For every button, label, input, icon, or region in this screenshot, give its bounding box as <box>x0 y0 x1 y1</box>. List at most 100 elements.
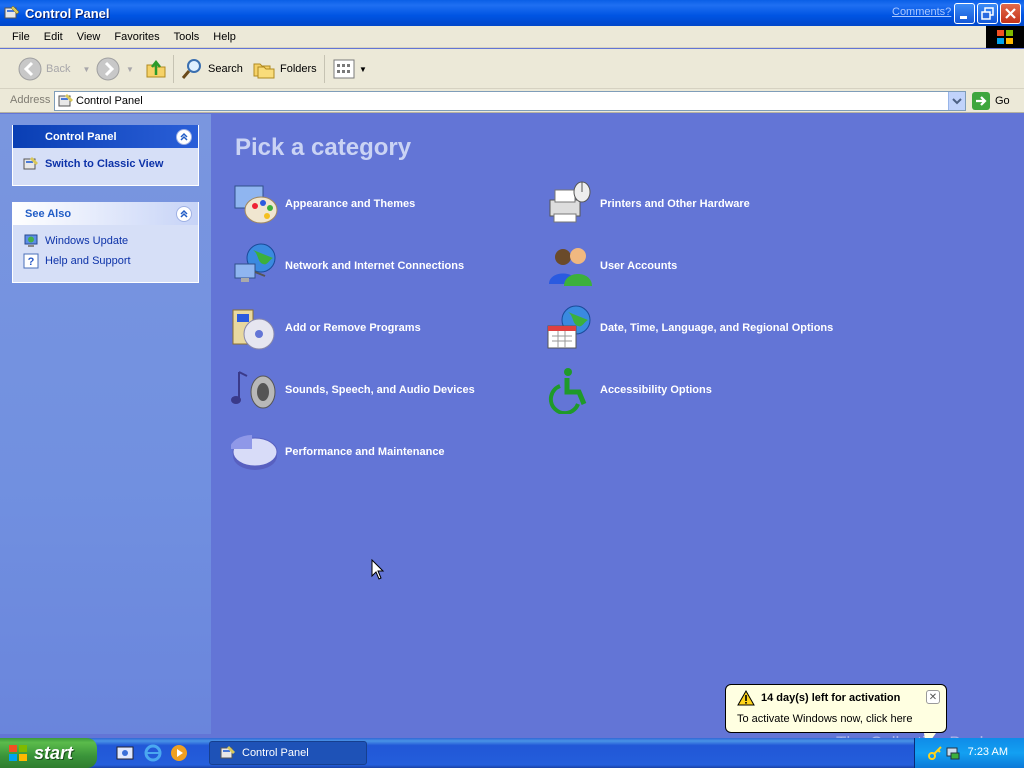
clock[interactable]: 7:23 AM <box>968 746 1008 758</box>
control-panel-panel-header[interactable]: Control Panel <box>13 125 198 148</box>
windows-update-label: Windows Update <box>45 235 129 247</box>
close-button[interactable] <box>1000 3 1021 24</box>
help-icon: ? <box>23 253 39 269</box>
internet-explorer-icon[interactable] <box>144 744 162 762</box>
category-network-internet[interactable]: Network and Internet Connections <box>231 242 464 290</box>
views-dropdown-icon[interactable]: ▼ <box>359 65 367 74</box>
speaker-music-icon <box>231 371 276 409</box>
address-value: Control Panel <box>76 95 143 107</box>
category-label: Network and Internet Connections <box>285 260 465 272</box>
network-tray-icon[interactable] <box>945 745 961 761</box>
category-accessibility[interactable]: Accessibility Options <box>546 366 712 414</box>
panel-body: Switch to Classic View <box>13 148 198 180</box>
media-player-icon[interactable] <box>170 744 188 762</box>
task-pane: Control Panel Switch to Classic View See… <box>0 114 211 734</box>
category-printers-hardware[interactable]: Printers and Other Hardware <box>546 180 750 228</box>
minimize-icon <box>960 16 967 19</box>
folders-icon <box>253 63 275 79</box>
category-add-remove-programs[interactable]: Add or Remove Programs <box>231 304 421 352</box>
notification-text[interactable]: To activate Windows now, click here <box>737 713 912 725</box>
views-button[interactable]: ▼ <box>332 57 367 81</box>
chevron-down-icon <box>952 98 962 105</box>
back-dropdown-icon[interactable]: ▼ <box>82 65 90 74</box>
search-label: Search <box>208 63 243 75</box>
see-also-header[interactable]: See Also <box>13 202 198 225</box>
menu-file[interactable]: File <box>12 31 30 43</box>
windows-flag-icon <box>9 745 27 761</box>
up-folder-icon <box>146 59 166 78</box>
mouse-cursor-icon <box>371 559 385 580</box>
address-dropdown-button[interactable] <box>948 92 965 110</box>
category-user-accounts[interactable]: User Accounts <box>546 242 677 290</box>
collapse-icon[interactable] <box>176 206 192 222</box>
menu-edit[interactable]: Edit <box>44 31 63 43</box>
control-panel-icon <box>4 5 20 19</box>
toolbar: Back ▼ ▼ Search Folders ▼ <box>0 49 1024 89</box>
category-date-time-language[interactable]: Date, Time, Language, and Regional Optio… <box>546 304 833 352</box>
folders-label: Folders <box>280 63 317 75</box>
category-sounds-speech-audio[interactable]: Sounds, Speech, and Audio Devices <box>231 366 475 414</box>
menu-favorites[interactable]: Favorites <box>114 31 159 43</box>
network-globe-icon <box>234 243 276 282</box>
title-bar[interactable]: Control Panel Comments? <box>0 0 1024 26</box>
menu-tools[interactable]: Tools <box>174 31 200 43</box>
category-label: Accessibility Options <box>600 384 712 396</box>
classic-view-icon <box>23 157 38 170</box>
collapse-icon[interactable] <box>176 129 192 145</box>
page-title: Pick a category <box>235 134 412 161</box>
close-icon[interactable]: ✕ <box>926 690 940 704</box>
menu-bar: File Edit View Favorites Tools Help <box>0 26 1024 48</box>
forward-dropdown-icon[interactable]: ▼ <box>126 65 134 74</box>
windows-update-link[interactable]: Windows Update <box>23 231 188 251</box>
warning-icon <box>737 690 755 706</box>
control-panel-icon <box>220 746 235 759</box>
window-title: Control Panel <box>25 5 110 21</box>
windows-flag-icon <box>986 26 1024 48</box>
restore-button[interactable] <box>977 3 998 24</box>
notification-title: 14 day(s) left for activation <box>761 692 901 704</box>
search-icon <box>181 59 201 79</box>
switch-classic-view-label: Switch to Classic View <box>45 158 164 170</box>
go-button[interactable]: Go <box>972 92 1010 110</box>
taskbar-item-control-panel[interactable]: Control Panel <box>209 741 367 765</box>
comments-link[interactable]: Comments? <box>892 6 951 18</box>
folders-button[interactable]: Folders <box>252 57 317 81</box>
minimize-button[interactable] <box>954 3 975 24</box>
see-also-title: See Also <box>25 207 72 220</box>
forward-button[interactable]: ▼ <box>96 57 134 81</box>
help-support-link[interactable]: ? Help and Support <box>23 251 188 271</box>
category-appearance-themes[interactable]: Appearance and Themes <box>231 180 415 228</box>
activation-key-icon[interactable] <box>927 745 943 761</box>
main-content: Pick a category Appearance and Themes Pr… <box>211 114 1024 734</box>
see-also-panel: See Also Windows Update ? Help and Suppo <box>12 202 199 283</box>
printer-mouse-icon <box>549 181 591 223</box>
panel-body: Windows Update ? Help and Support <box>13 225 198 277</box>
system-tray: 7:23 AM <box>914 738 1024 768</box>
show-desktop-icon[interactable] <box>116 744 134 762</box>
restore-icon <box>981 7 994 20</box>
category-label: Printers and Other Hardware <box>600 198 750 210</box>
menu-view[interactable]: View <box>77 31 101 43</box>
control-panel-panel: Control Panel Switch to Classic View <box>12 125 199 186</box>
go-label: Go <box>995 95 1010 107</box>
back-arrow-icon <box>18 57 42 81</box>
start-button[interactable]: start <box>0 738 97 768</box>
forward-arrow-icon <box>96 57 120 81</box>
start-label: start <box>34 742 74 763</box>
menu-help[interactable]: Help <box>213 31 236 43</box>
activation-notification[interactable]: 14 day(s) left for activation To activat… <box>725 684 947 747</box>
up-folder-button[interactable] <box>144 57 168 81</box>
users-icon <box>549 248 592 286</box>
address-input[interactable]: Control Panel <box>54 91 966 111</box>
search-button[interactable]: Search <box>180 57 243 81</box>
back-button[interactable]: Back ▼ <box>18 57 90 81</box>
switch-classic-view-link[interactable]: Switch to Classic View <box>23 154 188 174</box>
svg-text:?: ? <box>28 256 35 268</box>
category-label: User Accounts <box>600 260 678 272</box>
category-performance-maintenance[interactable]: Performance and Maintenance <box>231 428 445 476</box>
taskbar: start Control Panel 7:23 AM <box>0 738 1024 768</box>
taskbar-item-label: Control Panel <box>242 747 309 759</box>
address-label: Address <box>10 94 51 106</box>
address-bar: Address Control Panel Go <box>0 89 1024 113</box>
calendar-globe-icon <box>547 305 591 349</box>
